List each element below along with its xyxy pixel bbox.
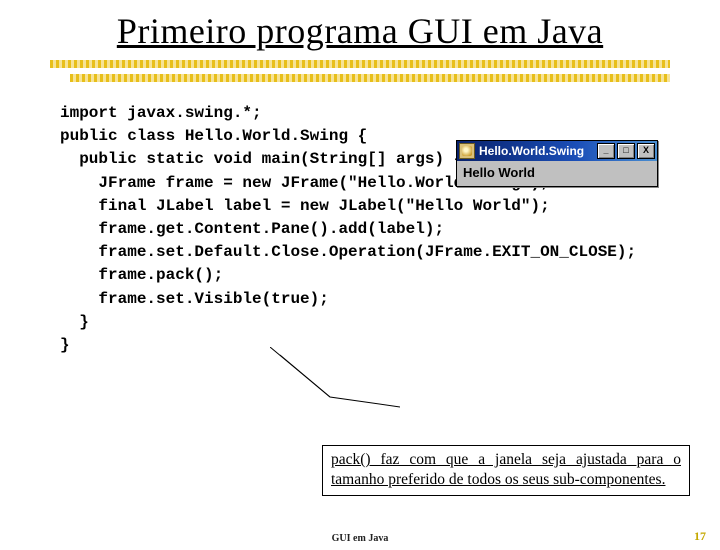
window-body-label: Hello World xyxy=(457,161,657,186)
java-cup-icon xyxy=(459,143,475,159)
close-button[interactable]: X xyxy=(637,143,655,159)
decorative-stripes xyxy=(50,60,670,82)
sample-window: Hello.World.Swing _ □ X Hello World xyxy=(456,140,658,187)
window-title-text: Hello.World.Swing xyxy=(479,144,597,158)
minimize-button[interactable]: _ xyxy=(597,143,615,159)
window-titlebar: Hello.World.Swing _ □ X xyxy=(457,141,657,161)
slide-title: Primeiro programa GUI em Java xyxy=(0,10,720,52)
maximize-button[interactable]: □ xyxy=(617,143,635,159)
callout-note: pack() faz com que a janela seja ajustad… xyxy=(322,445,690,496)
footer-text: GUI em Java xyxy=(0,533,720,544)
page-number: 17 xyxy=(694,529,706,544)
